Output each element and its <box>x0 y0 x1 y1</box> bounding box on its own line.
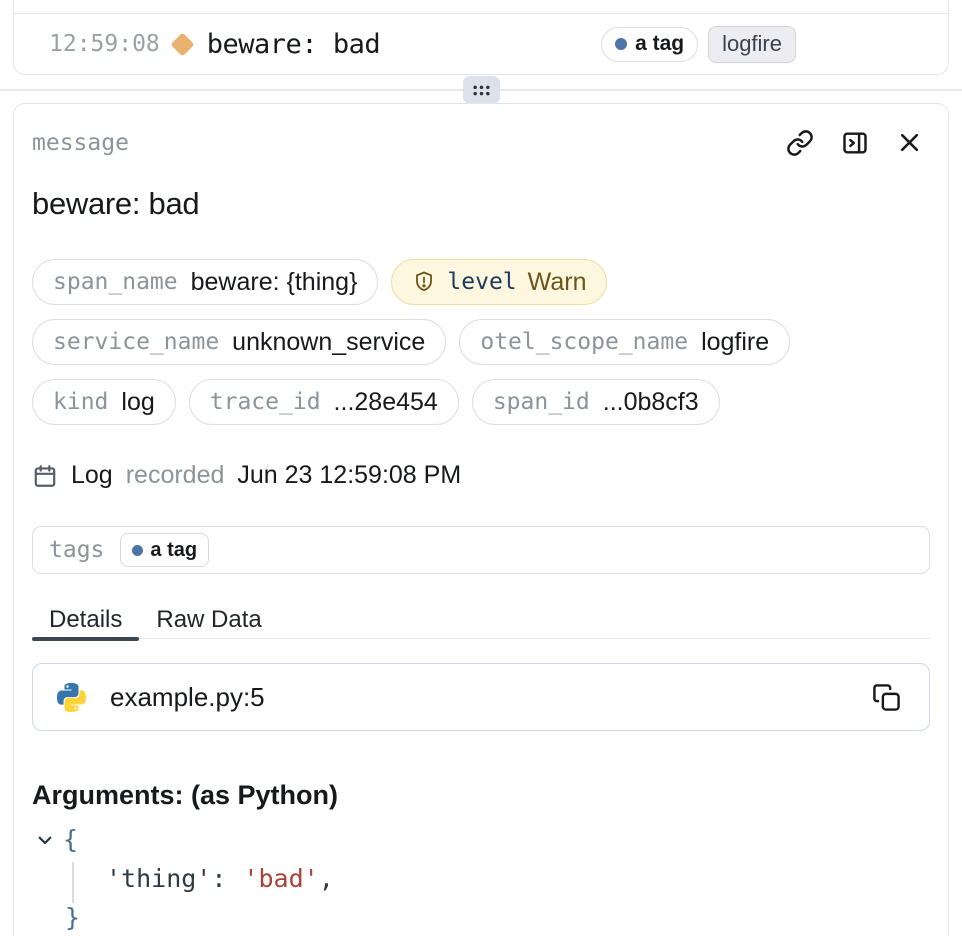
code-trailing-comma: , <box>319 864 334 893</box>
log-row-tag[interactable]: a tag <box>601 27 698 62</box>
recorded-verb: recorded <box>126 461 225 490</box>
recorded-timestamp-row: Log recorded Jun 23 12:59:08 PM <box>32 461 930 490</box>
tags-box: tags a tag <box>32 526 930 574</box>
pill-service-name[interactable]: service_name unknown_service <box>32 319 446 365</box>
indent-guide-line <box>72 862 74 903</box>
tags-label: tags <box>49 537 104 563</box>
close-brace: } <box>65 903 80 932</box>
recorded-datetime: Jun 23 12:59:08 PM <box>237 461 461 490</box>
tag-dot-icon <box>615 38 627 50</box>
pill-span-id[interactable]: span_id ...0b8cf3 <box>472 379 720 425</box>
attribute-pills: span_name beware: {thing} level Warn ser… <box>32 259 930 425</box>
tab-raw-data[interactable]: Raw Data <box>139 601 278 638</box>
code-entry-value: 'bad' <box>243 864 318 893</box>
pill-kind[interactable]: kind log <box>32 379 176 425</box>
drag-dots-icon <box>472 84 491 97</box>
tab-details[interactable]: Details <box>32 601 139 638</box>
shield-warning-icon <box>412 270 436 294</box>
copy-icon[interactable] <box>872 683 901 712</box>
log-timestamp: 12:59:08 <box>49 31 160 57</box>
tag-chip-label: a tag <box>150 539 197 562</box>
recorded-kind: Log <box>71 461 113 490</box>
pill-trace-id[interactable]: trace_id ...28e454 <box>189 379 459 425</box>
detail-panel: message beware: bad <box>13 103 949 936</box>
python-logo-icon <box>57 683 86 712</box>
code-entry-key: 'thing' <box>106 864 211 893</box>
collapse-chevron-down-icon[interactable] <box>36 831 54 849</box>
log-list-card: 12:59:08 beware: bad a tag logfire <box>13 0 949 75</box>
warn-level-diamond-icon <box>170 32 194 56</box>
panel-label: message <box>32 130 129 156</box>
code-separator: : <box>211 864 226 893</box>
pill-span-name[interactable]: span_name beware: {thing} <box>32 259 378 305</box>
arguments-heading: Arguments: (as Python) <box>32 780 930 811</box>
pill-otel-scope-name[interactable]: otel_scope_name logfire <box>459 319 790 365</box>
panel-header: message <box>32 129 930 157</box>
scope-badge[interactable]: logfire <box>708 26 796 63</box>
panel-tabs: Details Raw Data <box>32 601 930 639</box>
log-row-message: beware: bad <box>207 29 380 60</box>
open-side-panel-icon[interactable] <box>841 129 869 157</box>
source-file-box[interactable]: example.py:5 <box>32 663 930 731</box>
arguments-code-block: { 'thing': 'bad', } <box>32 820 930 936</box>
tag-chip[interactable]: a tag <box>120 533 209 567</box>
panel-title: beware: bad <box>32 186 930 222</box>
drag-handle[interactable] <box>463 76 500 104</box>
pill-level-warn[interactable]: level Warn <box>391 259 607 305</box>
source-file-name: example.py:5 <box>110 682 265 713</box>
tag-label: a tag <box>635 32 684 56</box>
previous-row-divider <box>14 0 948 14</box>
tag-dot-icon <box>132 545 143 556</box>
open-brace: { <box>63 825 78 854</box>
log-row[interactable]: 12:59:08 beware: bad a tag logfire <box>14 14 948 74</box>
calendar-icon <box>32 463 58 489</box>
close-icon[interactable] <box>896 129 924 157</box>
copy-link-icon[interactable] <box>786 129 814 157</box>
